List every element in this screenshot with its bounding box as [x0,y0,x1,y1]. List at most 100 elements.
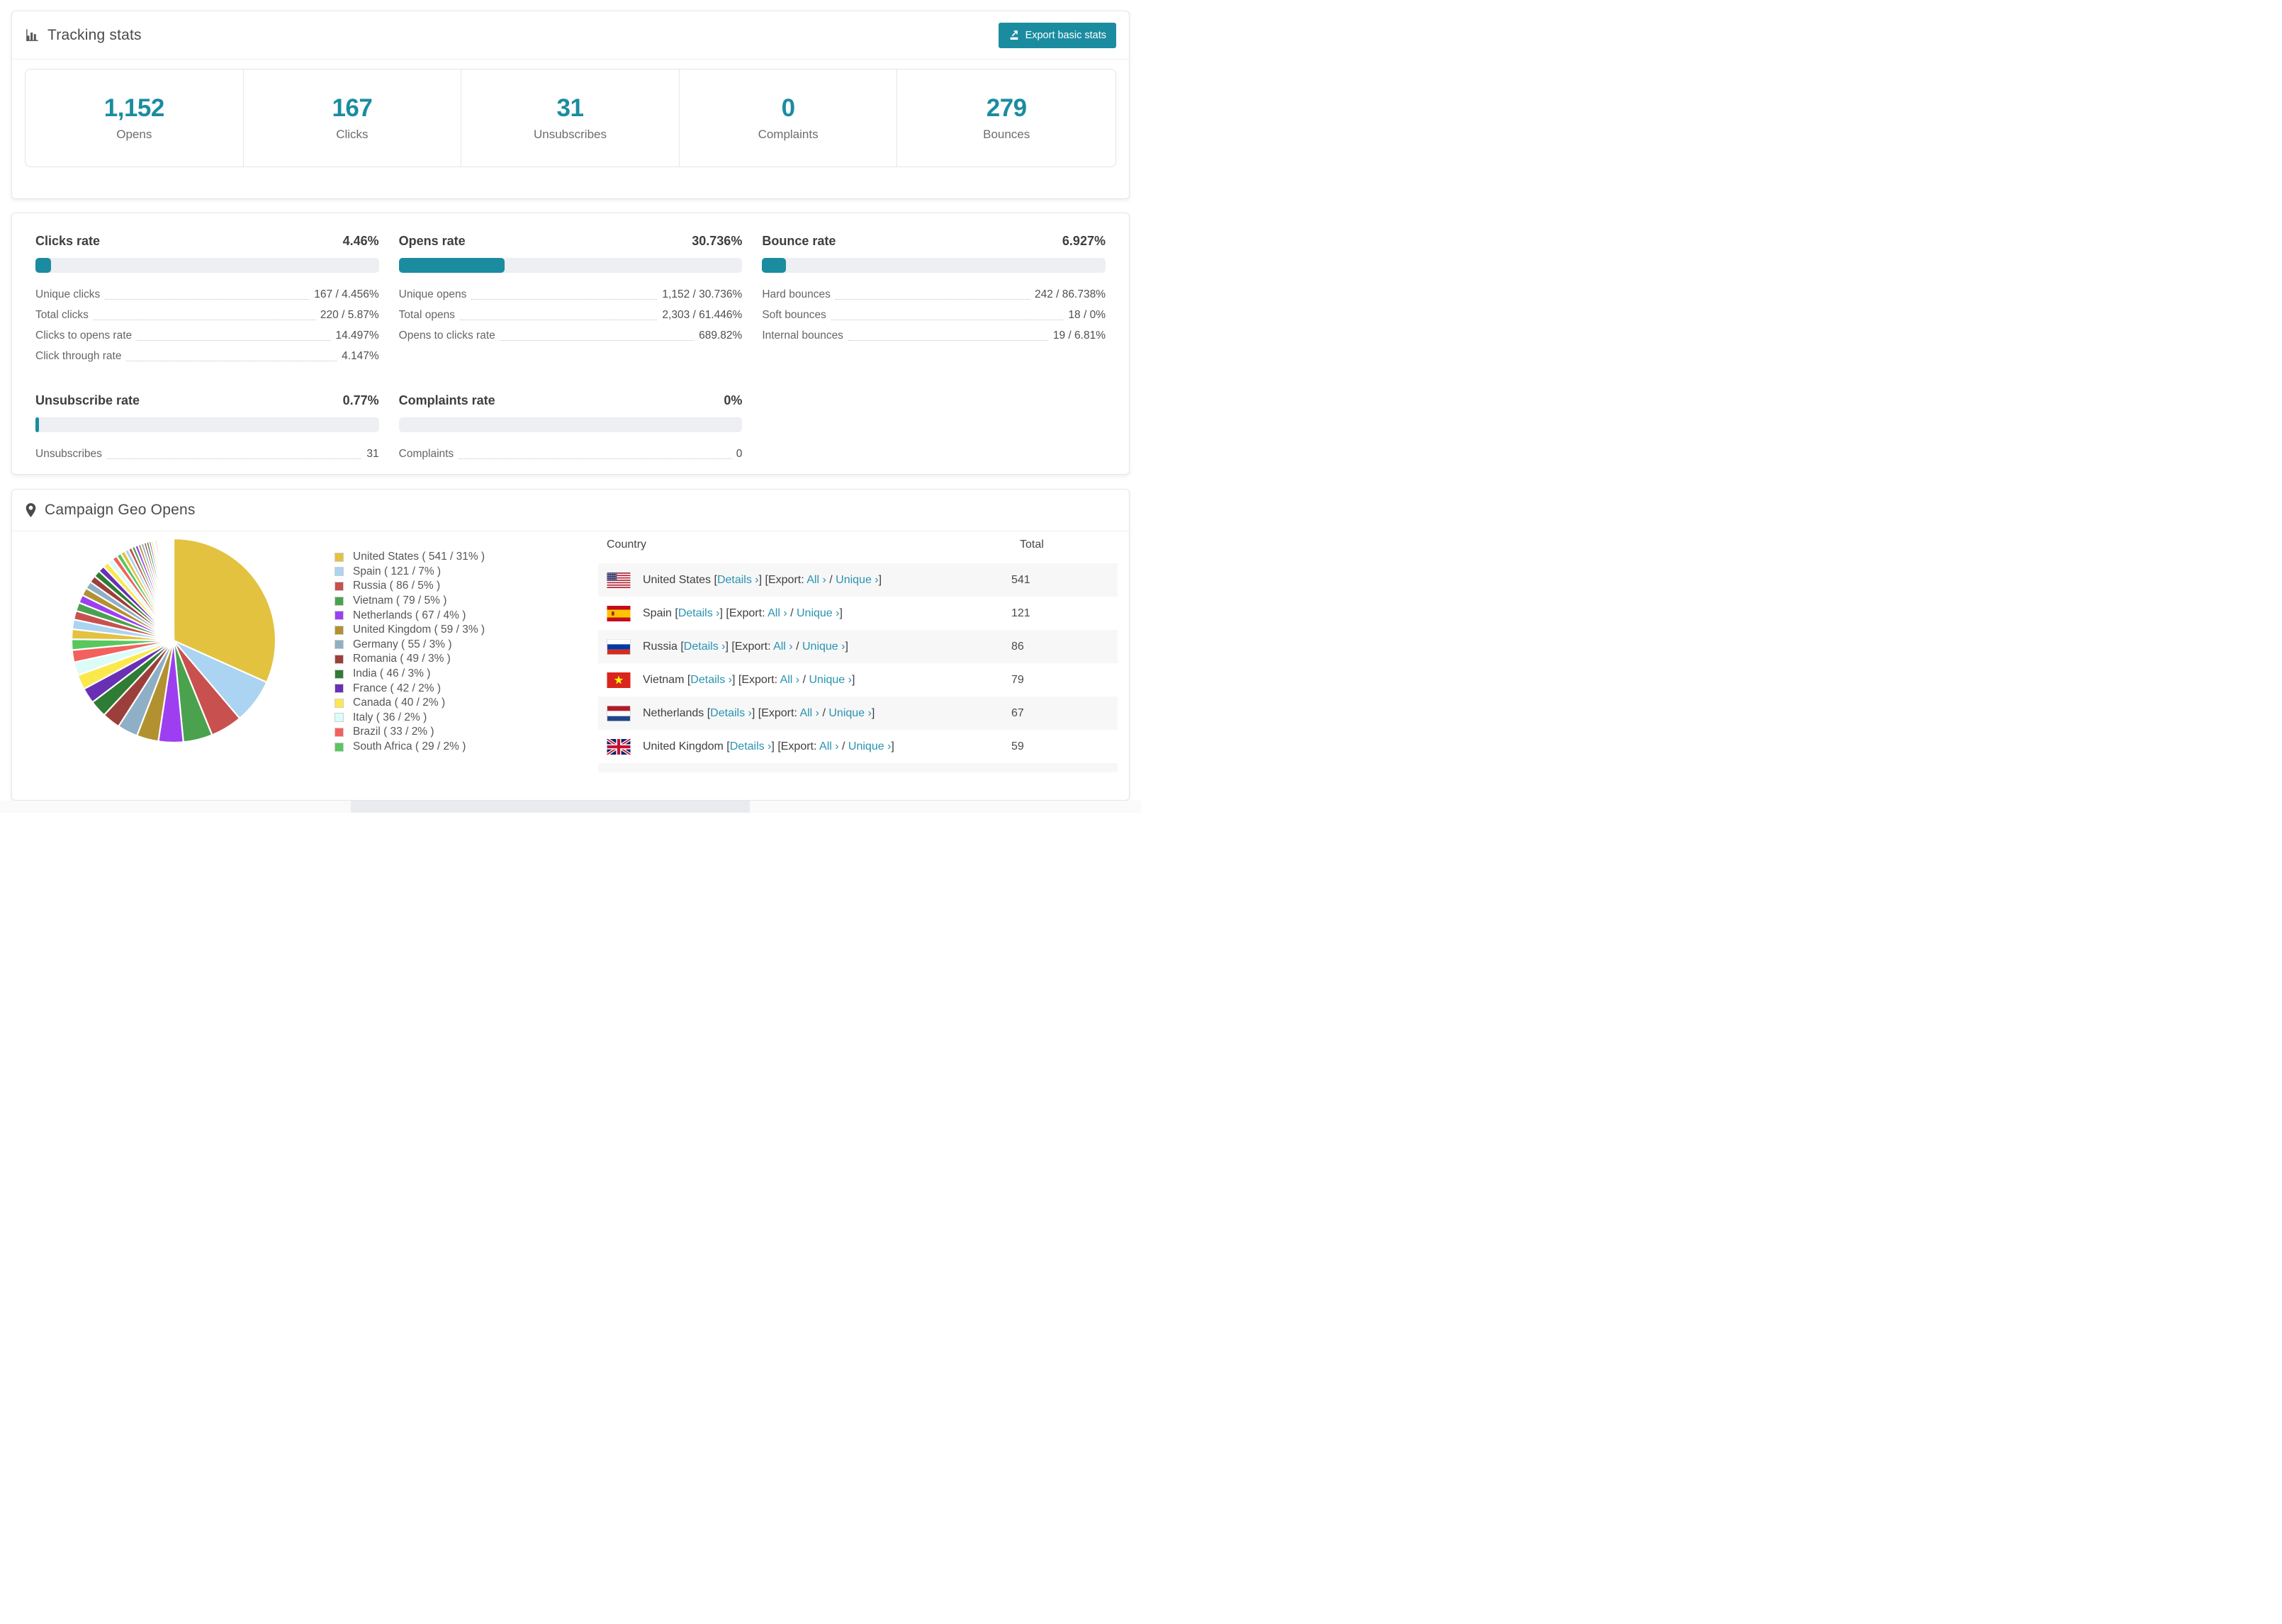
detail-value: 0 [736,447,743,460]
rate-header: Bounce rate 6.927% [762,234,1106,249]
detail-value: 14.497% [335,329,379,342]
export-all-link[interactable]: All › [819,740,839,752]
rate-value: 0% [724,393,743,407]
legend-item-germany[interactable]: Germany ( 55 / 3% ) [335,638,560,653]
rate-detail-rows: Unique opens 1,152 / 30.736% Total opens 2,… [399,284,743,346]
rate-progress-bar [35,417,379,432]
geo-pie-chart [12,531,335,772]
legend-item-spain[interactable]: Spain ( 121 / 7% ) [335,565,560,580]
flag-ru-icon [607,638,631,655]
page: Tracking stats Export basic stats 1,152 O… [0,0,1141,813]
details-link[interactable]: Details › [678,607,720,619]
details-link[interactable]: Details › [690,674,732,686]
country-cell: Netherlands [Details ›] [Export: All › /… [598,697,1011,730]
dotted-leader [471,299,658,300]
export-all-link[interactable]: All › [806,574,826,586]
campaign-geo-opens-card: Campaign Geo Opens United States ( 541 /… [11,489,1130,801]
rate-header: Clicks rate 4.46% [35,234,379,249]
export-unique-link[interactable]: Unique › [809,674,851,686]
legend-item-netherlands[interactable]: Netherlands ( 67 / 4% ) [335,608,560,623]
legend-item-united-states[interactable]: United States ( 541 / 31% ) [335,550,560,565]
country-links-text: United States [Details ›] [Export: All ›… [643,573,882,586]
legend-item-russia[interactable]: Russia ( 86 / 5% ) [335,579,560,594]
geo-table-header-row: Country Total [598,531,1118,563]
export-unique-link[interactable]: Unique › [836,574,878,586]
detail-label: Total clicks [35,308,89,321]
detail-value: 4.147% [342,349,379,362]
country-links-text: United Kingdom [Details ›] [Export: All … [643,740,894,752]
legend-item-india[interactable]: India ( 46 / 3% ) [335,667,560,682]
table-row-united-states: United States [Details ›] [Export: All ›… [598,563,1118,597]
flag-gb-icon [607,738,631,755]
legend-label: France ( 42 / 2% ) [353,682,442,694]
export-unique-link[interactable]: Unique › [828,707,871,719]
export-unique-link[interactable]: Unique › [797,607,839,619]
rate-detail-rows: Hard bounces 242 / 86.738% Soft bounces 18 … [762,284,1106,346]
rate-header: Complaints rate 0% [399,393,743,408]
legend-item-brazil[interactable]: Brazil ( 33 / 2% ) [335,725,560,740]
rate-detail-row: Complaints 0 [399,444,743,464]
detail-label: Complaints [398,447,454,460]
stat-value: 279 [986,94,1027,122]
dotted-leader [848,340,1048,341]
total-cell: 79 [1011,673,1024,686]
rate-detail-row: Unsubscribes 31 [35,444,379,464]
rate-detail-row: Unique clicks 167 / 4.456% [35,284,379,305]
legend-item-vietnam[interactable]: Vietnam ( 79 / 5% ) [335,594,560,609]
rate-value: 6.927% [1062,234,1106,248]
legend-swatch [335,654,344,664]
flag-es-icon [607,605,631,621]
legend-label: Vietnam ( 79 / 5% ) [353,594,447,607]
country-cell-content: Vietnam [Details ›] [Export: All › / Uni… [607,672,1011,688]
export-all-link[interactable]: All › [799,707,819,719]
flag-us-icon [607,572,631,588]
rate-detail-rows: Unique clicks 167 / 4.456% Total clicks 220… [35,284,379,366]
country-cell-content: Netherlands [Details ›] [Export: All › /… [607,705,1011,721]
geo-legend: United States ( 541 / 31% ) Spain ( 121 /… [335,550,560,772]
table-row-vietnam: Vietnam [Details ›] [Export: All › / Uni… [598,663,1118,697]
legend-swatch [335,640,344,650]
legend-item-italy[interactable]: Italy ( 36 / 2% ) [335,711,560,726]
details-link[interactable]: Details › [717,574,759,586]
rate-progress-fill [35,417,39,432]
details-link[interactable]: Details › [710,707,752,719]
flag-de-icon [607,772,631,773]
legend-item-romania[interactable]: Romania ( 49 / 3% ) [335,652,560,667]
export-all-link[interactable]: All › [768,607,787,619]
rate-progress-fill [35,258,51,273]
country-cell-content: United Kingdom [Details ›] [Export: All … [607,738,1011,755]
legend-item-canada[interactable]: Canada ( 40 / 2% ) [335,696,560,711]
details-link[interactable]: Details › [684,641,726,653]
legend-item-south-africa[interactable]: South Africa ( 29 / 2% ) [335,740,560,755]
rate-progress-fill [398,258,505,273]
rate-title: Opens rate [398,234,466,248]
export-basic-stats-button[interactable]: Export basic stats [998,22,1116,48]
bottom-strip-segment [351,801,750,813]
country-cell-content: United States [Details ›] [Export: All ›… [607,572,1011,588]
export-unique-link[interactable]: Unique › [802,641,845,653]
rate-title: Complaints rate [398,393,495,407]
detail-label: Opens to clicks rate [398,329,495,342]
details-link[interactable]: Details › [730,740,772,752]
stat-label: Complaints [758,128,819,141]
export-all-link[interactable]: All › [773,641,793,653]
total-cell: 541 [1011,573,1030,586]
rate-header: Unsubscribe rate 0.77% [35,393,379,408]
country-cell: United States [Details ›] [Export: All ›… [598,563,1011,597]
rate-value: 0.77% [342,393,379,407]
total-cell: 86 [1011,640,1024,653]
export-all-link[interactable]: All › [780,674,800,686]
legend-swatch [335,742,344,752]
legend-item-france[interactable]: France ( 42 / 2% ) [335,681,560,696]
dotted-leader [105,299,310,300]
legend-swatch [335,567,344,577]
pie-slice [172,537,174,642]
legend-item-united-kingdom[interactable]: United Kingdom ( 59 / 3% ) [335,623,560,638]
country-links-text: Vietnam [Details ›] [Export: All › / Uni… [643,673,855,686]
legend-label: South Africa ( 29 / 2% ) [353,740,466,753]
country-cell-content: Spain [Details ›] [Export: All › / Uniqu… [607,605,1011,621]
export-unique-link[interactable]: Unique › [848,740,891,752]
stat-cell-complaints: 0 Complaints [680,69,898,167]
country-cell: Russia [Details ›] [Export: All › / Uniq… [598,630,1011,663]
legend-swatch [335,552,344,562]
